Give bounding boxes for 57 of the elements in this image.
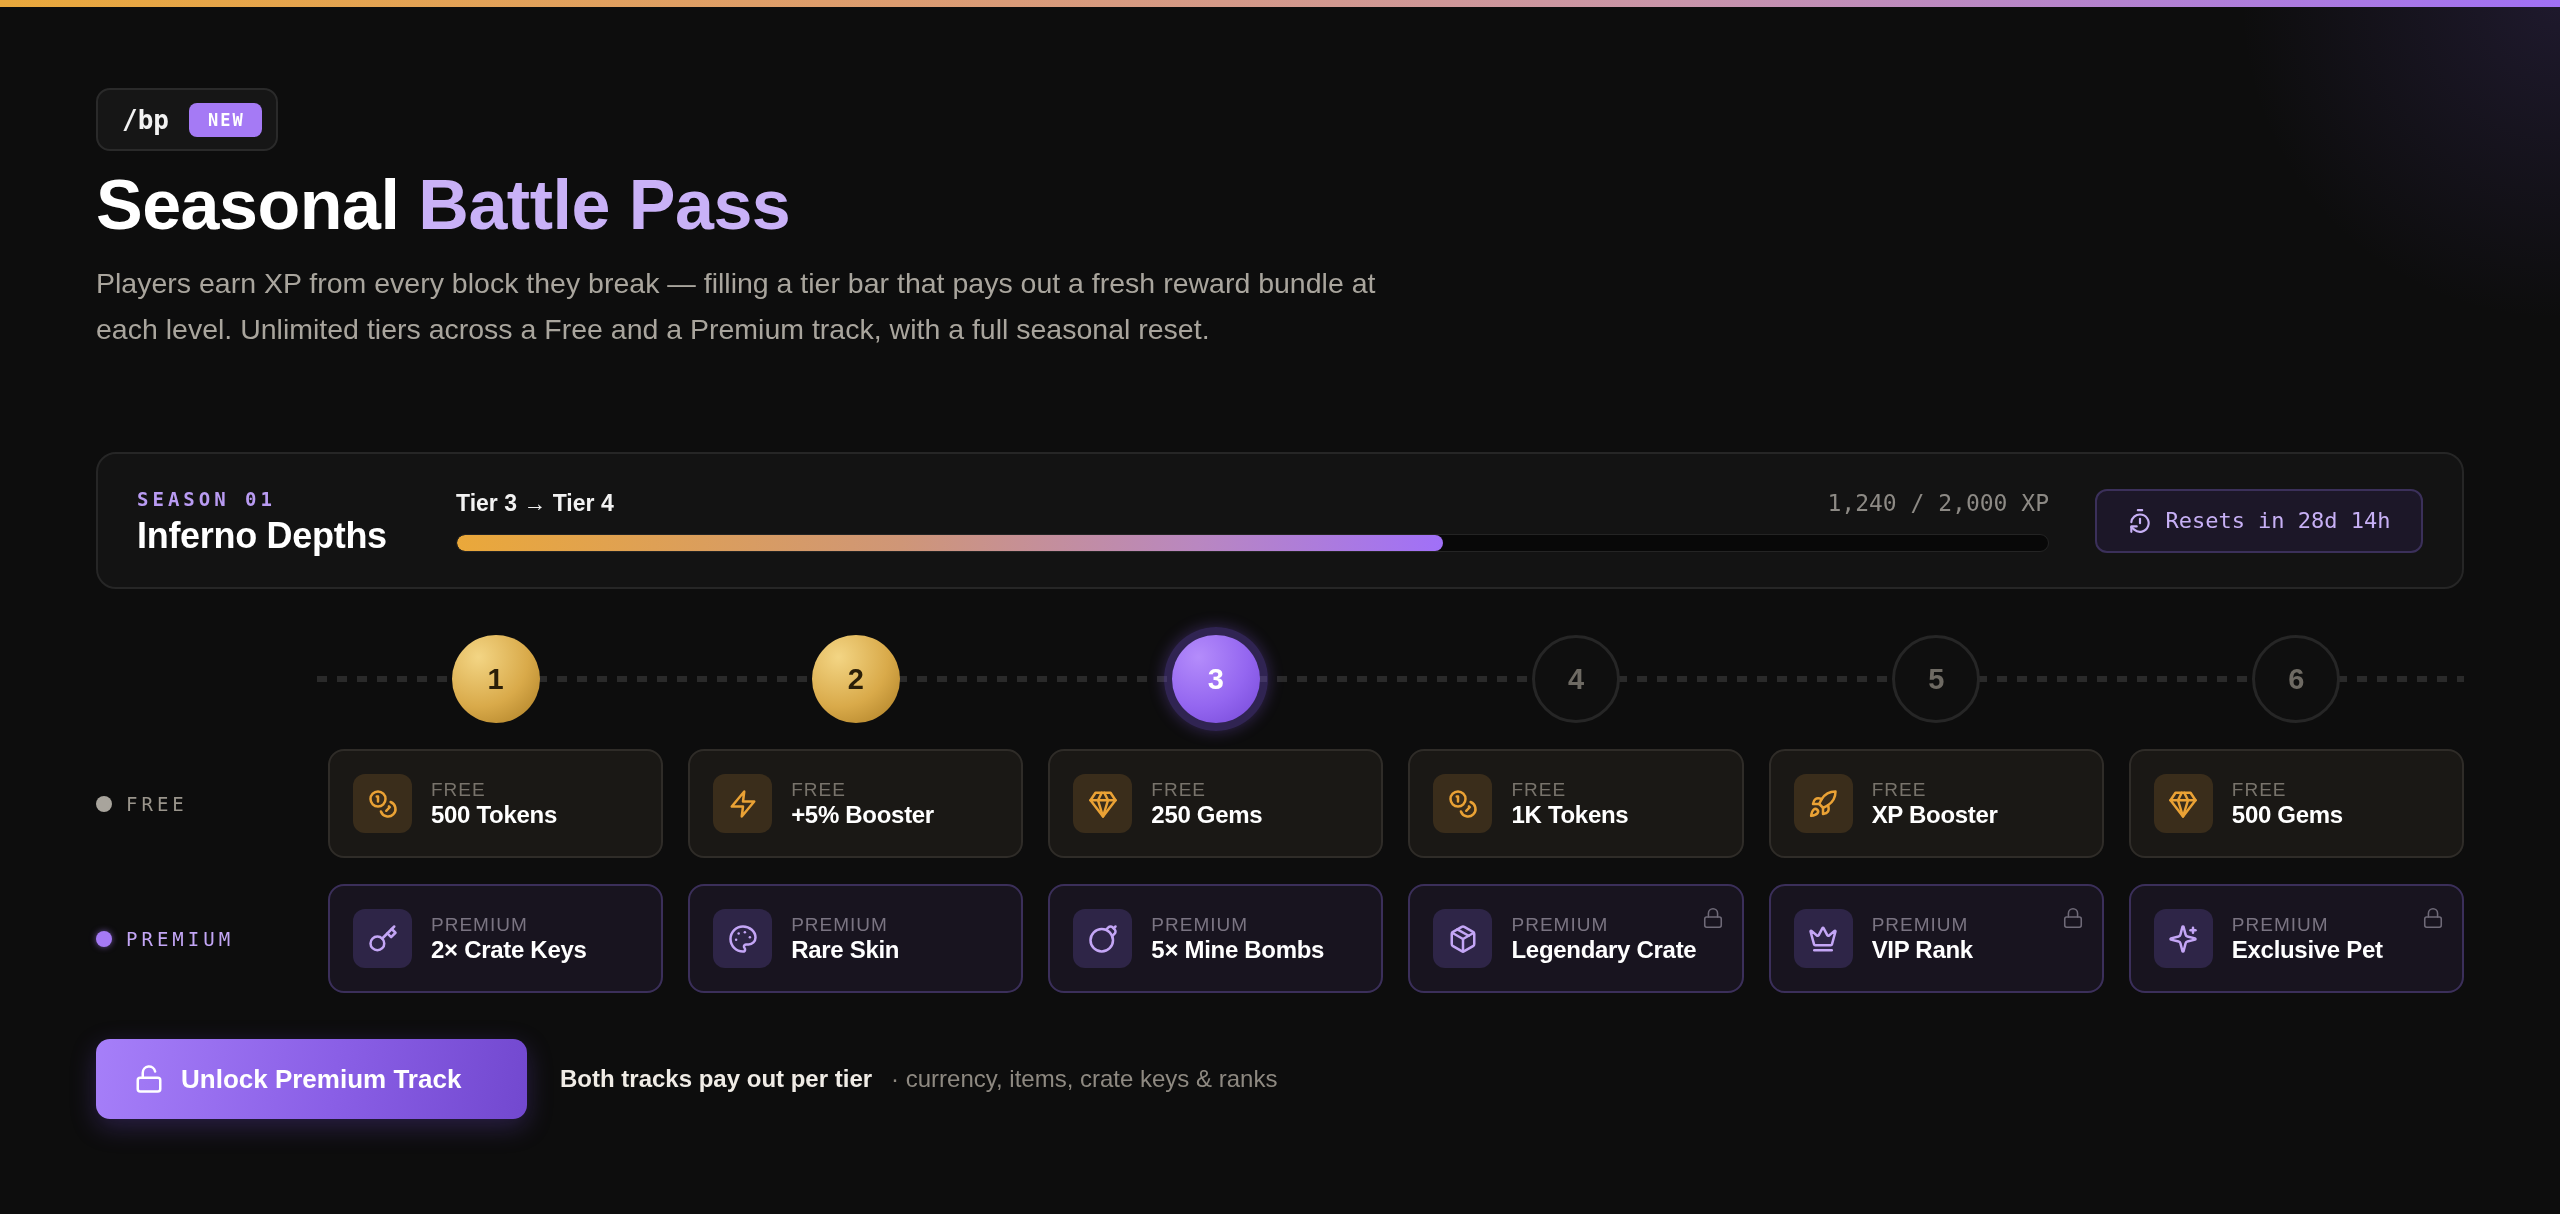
package-icon (1433, 909, 1493, 968)
key-icon (353, 909, 412, 968)
rocket-icon (1793, 774, 1853, 833)
tier-marker: 5 (1892, 635, 1981, 723)
reward-track-label: FREE (1151, 778, 1206, 801)
tier-progress-label: Tier 3 → Tier 4 (456, 489, 614, 517)
season-name: Inferno Depths (137, 516, 387, 555)
xp-counter: 1,240 / 2,000 XP (1827, 489, 2049, 517)
reward-name: Rare Skin (791, 936, 900, 964)
track-label: PREMIUM (126, 927, 235, 950)
reset-timer-button[interactable]: Resets in 28d 14h (2095, 488, 2423, 553)
sparkles-icon (2153, 909, 2213, 968)
tier-marker: 1 (451, 635, 540, 723)
reward-track-label: PREMIUM (2231, 913, 2329, 936)
reward-name: +5% Booster (791, 801, 934, 829)
reward-track-label: PREMIUM (791, 913, 888, 936)
footnote-detail: · currency, items, crate keys & ranks (891, 1065, 1278, 1093)
new-tag: NEW (188, 102, 262, 137)
gem-icon (2153, 774, 2213, 833)
reward-track-label: PREMIUM (1871, 913, 1969, 936)
reward-track-label: FREE (2231, 778, 2287, 801)
coins-icon (353, 774, 412, 833)
reward-track-label: PREMIUM (431, 913, 528, 936)
coins-icon (1433, 774, 1493, 833)
tier-marker: 4 (1532, 635, 1621, 723)
reward-track-label: FREE (431, 778, 486, 801)
page-title: Seasonal Battle Pass (96, 165, 791, 245)
track-label: FREE (126, 792, 188, 815)
reward-name: VIP Rank (1871, 936, 1973, 964)
reward-track-label: FREE (791, 778, 846, 801)
page-description: Players earn XP from every block they break — filling a tier bar that pays out a fresh reward bundle at each level. Unlimited tiers across a Free and a Premium track, with a full seasonal reset. (96, 266, 1377, 347)
lock-open-icon (134, 1064, 164, 1094)
reward-name: 1K Tokens (1511, 801, 1629, 829)
gem-icon (1073, 774, 1133, 833)
reward-track-label: FREE (1511, 778, 1567, 801)
reward-name: 5× Mine Bombs (1151, 936, 1325, 964)
crown-icon (1793, 909, 1853, 968)
reward-name: 500 Gems (2231, 801, 2343, 829)
reward-track-label: PREMIUM (1511, 913, 1609, 936)
tier-marker: 3 (1163, 627, 1268, 731)
palette-icon (713, 909, 773, 968)
season-label: SEASON 01 (137, 486, 276, 511)
reward-track-label: PREMIUM (1151, 913, 1249, 936)
tier-marker: 6 (2252, 635, 2341, 723)
reward-name: XP Booster (1871, 801, 1998, 829)
bomb-icon (1073, 909, 1133, 968)
tier-marker: 2 (811, 635, 900, 723)
reward-name: Legendary Crate (1511, 936, 1697, 964)
footnote-heading: Both tracks pay out per tier (560, 1065, 873, 1093)
reward-name: 2× Crate Keys (431, 936, 587, 964)
reward-name: 500 Tokens (431, 801, 557, 829)
reward-name: 250 Gems (1151, 801, 1263, 829)
reward-track-label: FREE (1871, 778, 1927, 801)
command-text: /bp (122, 104, 169, 135)
unlock-premium-button[interactable]: Unlock Premium Track (96, 1039, 527, 1119)
reward-name: Exclusive Pet (2231, 936, 2383, 964)
lightning-bolt-icon (713, 774, 773, 833)
